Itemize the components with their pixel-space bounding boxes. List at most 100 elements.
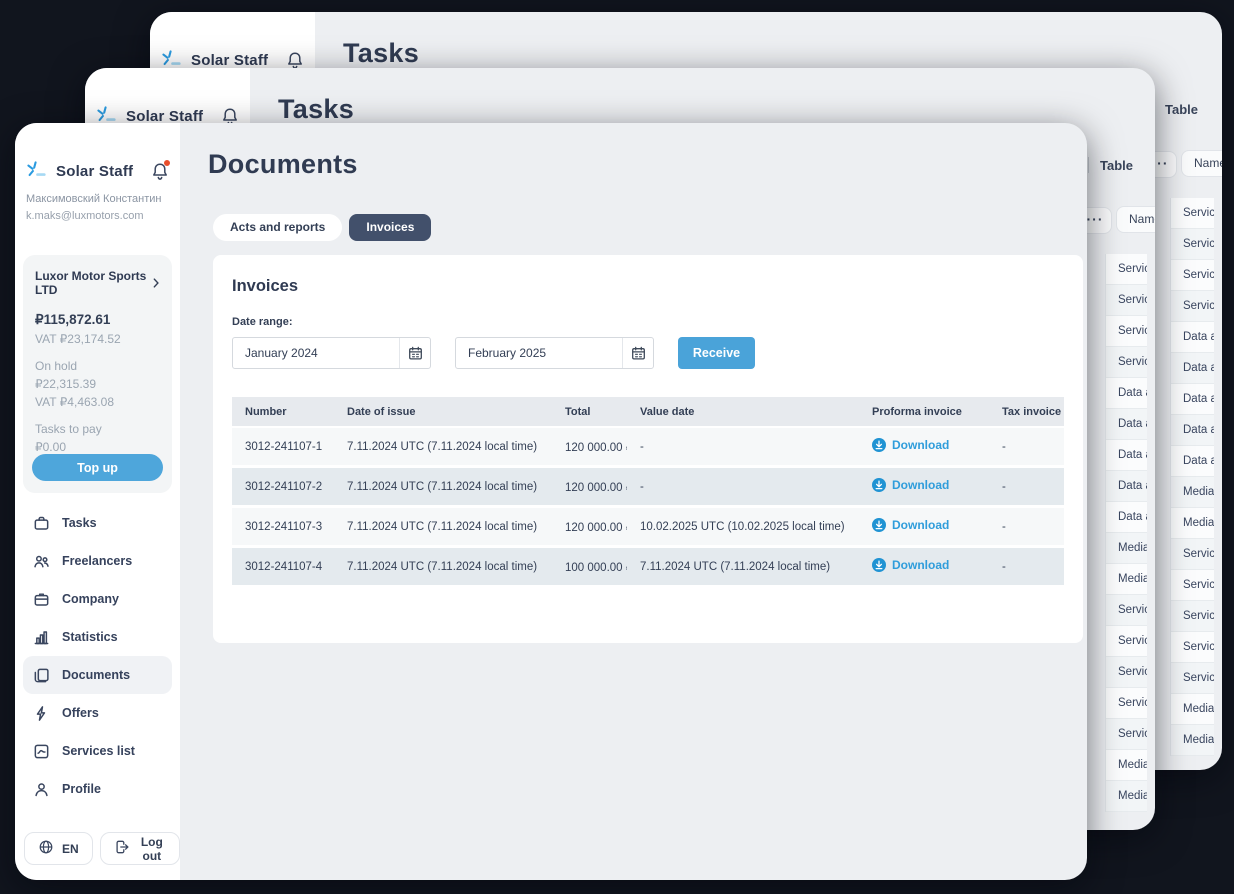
download-link[interactable]: Download (872, 478, 949, 492)
task-row: Service (1106, 688, 1147, 719)
download-label: Download (892, 518, 950, 532)
company-name: Luxor Motor Sports LTD (35, 269, 147, 297)
cell-tax-invoice: - (1002, 480, 1006, 493)
cell-tax-invoice: - (1002, 440, 1006, 453)
cell-tax-invoice: - (1002, 560, 1006, 573)
task-row: Service (1106, 657, 1147, 688)
task-row: Service (1106, 719, 1147, 750)
page-title: Tasks (343, 38, 420, 68)
cell-proforma: Download (859, 518, 989, 535)
sidebar-item-label: Services list (62, 744, 135, 758)
desktop-background: Solar Staff Tasks Table ··· Name i Servi… (0, 0, 1234, 894)
sidebar-item-offers[interactable]: Offers (23, 694, 172, 732)
language-button[interactable]: EN (24, 832, 93, 865)
cell-date-of-issue: 7.11.2024 UTC (7.11.2024 local time) (347, 480, 538, 493)
background-task-rows: Service Service Service Service Data anData … (1170, 198, 1214, 756)
task-row: Service (1106, 595, 1147, 626)
logo-text: Solar Staff (191, 51, 269, 69)
date-range-filters: January 2024 February 2025 Receive (232, 337, 1064, 369)
sidebar-menu: Tasks Freelancers Company Statistics Documen… (23, 504, 172, 808)
task-row: Media p (1171, 725, 1214, 756)
view-toggle-label: Table (1165, 101, 1198, 117)
invoice-row: 3012-241107-1 7.11.2024 UTC (7.11.2024 lo… (232, 428, 1064, 465)
sidebar: Solar Staff Максимовский Константин k.ma… (15, 123, 180, 880)
sidebar-item-profile[interactable]: Profile (23, 770, 172, 808)
sidebar-item-services-list[interactable]: Services list (23, 732, 172, 770)
notifications-bell-icon[interactable] (150, 159, 170, 182)
cell-value-date: - (640, 440, 644, 453)
download-link[interactable]: Download (872, 558, 949, 572)
logout-button[interactable]: Log out (99, 832, 180, 865)
calendar-icon[interactable] (399, 338, 430, 368)
task-row: Service (1106, 626, 1147, 657)
cell-value-date: 7.11.2024 UTC (7.11.2024 local time) (640, 560, 831, 573)
name-filter-input[interactable]: Name i (1181, 150, 1222, 177)
task-row: Data an (1171, 322, 1214, 353)
cell-value-date: 10.02.2025 UTC (10.02.2025 local time) (640, 520, 845, 533)
tab-acts-and-reports[interactable]: Acts and reports (213, 214, 343, 241)
tab-invoices[interactable]: Invoices (349, 214, 432, 241)
task-row: Media p (1106, 564, 1147, 595)
cell-date-of-issue: 7.11.2024 UTC (7.11.2024 local time) (347, 560, 538, 573)
task-row: Service (1106, 347, 1147, 378)
logo-row: Solar Staff (25, 159, 170, 183)
on-hold-amount: ₽22,315.39 (35, 377, 97, 391)
balance-card: Luxor Motor Sports LTD ₽115,872.61 VAT ₽… (23, 255, 172, 493)
task-row: Media p (1106, 533, 1147, 564)
task-row: Media p (1171, 694, 1214, 725)
sidebar-item-statistics[interactable]: Statistics (23, 618, 172, 656)
header-number: Number (245, 405, 287, 418)
task-row: Data an (1171, 353, 1214, 384)
page-title: Documents (208, 149, 358, 179)
calendar-icon[interactable] (622, 338, 653, 368)
sidebar-item-documents[interactable]: Documents (23, 656, 172, 694)
balance-vat: VAT ₽23,174.52 (35, 332, 121, 346)
logo-text: Solar Staff (56, 162, 134, 180)
task-row: Data an (1106, 378, 1147, 409)
task-row: Data an (1106, 409, 1147, 440)
header-date-of-issue: Date of issue (347, 405, 416, 418)
download-label: Download (892, 558, 950, 572)
cell-total: 120 000.00 ₽ (565, 521, 627, 534)
sidebar-item-company[interactable]: Company (23, 580, 172, 618)
date-to-input[interactable]: February 2025 (455, 337, 654, 369)
task-row: Service (1171, 601, 1214, 632)
view-toggle-table[interactable]: Table (1088, 157, 1133, 173)
top-up-button[interactable]: Top up (32, 454, 163, 481)
date-from-input[interactable]: January 2024 (232, 337, 431, 369)
receive-button[interactable]: Receive (678, 337, 755, 369)
cell-number: 3012-241107-1 (245, 440, 323, 453)
sidebar-item-freelancers[interactable]: Freelancers (23, 542, 172, 580)
company-selector[interactable]: Luxor Motor Sports LTD (35, 269, 160, 297)
task-row: Service (1106, 254, 1147, 285)
task-row: Service (1171, 663, 1214, 694)
download-label: Download (892, 478, 950, 492)
task-row: Service (1106, 316, 1147, 347)
sidebar-item-label: Statistics (62, 630, 118, 644)
download-link[interactable]: Download (872, 518, 949, 532)
header-total: Total (565, 405, 591, 418)
task-row: Service (1171, 198, 1214, 229)
cell-date-of-issue: 7.11.2024 UTC (7.11.2024 local time) (347, 440, 538, 453)
download-label: Download (892, 438, 950, 452)
invoice-row: 3012-241107-4 7.11.2024 UTC (7.11.2024 lo… (232, 548, 1064, 585)
background-task-rows: ServiceServiceServiceServiceData anData … (1105, 254, 1147, 812)
cell-number: 3012-241107-4 (245, 560, 323, 573)
cell-number: 3012-241107-3 (245, 520, 323, 533)
cell-value-date: - (640, 480, 644, 493)
date-from-value: January 2024 (245, 346, 318, 360)
task-row: Media p (1106, 750, 1147, 781)
solar-staff-logo-icon (25, 159, 50, 183)
logout-icon (114, 839, 130, 858)
date-to-value: February 2025 (468, 346, 547, 360)
cell-date-of-issue: 7.11.2024 UTC (7.11.2024 local time) (347, 520, 538, 533)
download-link[interactable]: Download (872, 438, 949, 452)
sidebar-item-label: Documents (62, 668, 131, 682)
task-row: Service (1171, 539, 1214, 570)
sidebar-item-tasks[interactable]: Tasks (23, 504, 172, 542)
task-row: Media p (1171, 508, 1214, 539)
view-toggle-table[interactable]: Table (1153, 101, 1198, 117)
language-label: EN (62, 841, 79, 856)
name-filter-input[interactable]: Name i (1116, 206, 1155, 233)
tasks-to-pay-amount: ₽0.00 (35, 440, 66, 454)
